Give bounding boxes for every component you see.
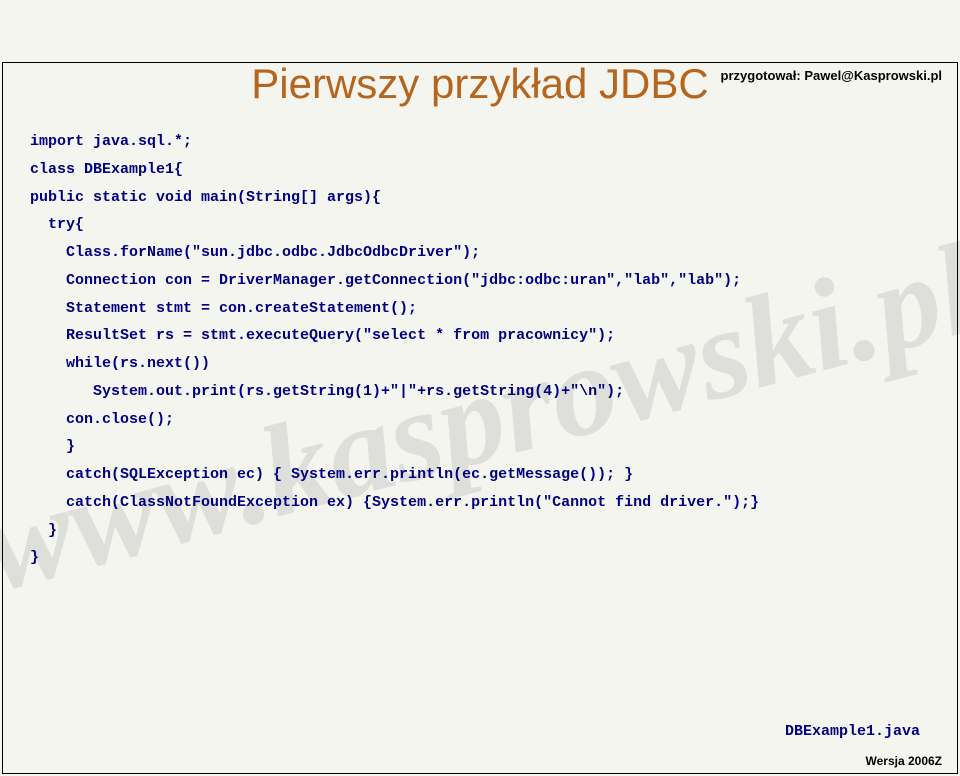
code-line: Statement stmt = con.createStatement(); — [30, 295, 960, 323]
code-line: con.close(); — [30, 406, 960, 434]
code-line: try{ — [30, 211, 960, 239]
code-line: System.out.print(rs.getString(1)+"|"+rs.… — [30, 378, 960, 406]
code-block: import java.sql.*; class DBExample1{ pub… — [0, 128, 960, 572]
code-line: ResultSet rs = stmt.executeQuery("select… — [30, 322, 960, 350]
filename-label: DBExample1.java — [785, 723, 920, 740]
code-line: public static void main(String[] args){ — [30, 184, 960, 212]
code-line: } — [30, 433, 960, 461]
code-line: import java.sql.*; — [30, 128, 960, 156]
code-line: class DBExample1{ — [30, 156, 960, 184]
code-line: Connection con = DriverManager.getConnec… — [30, 267, 960, 295]
code-line: Class.forName("sun.jdbc.odbc.JdbcOdbcDri… — [30, 239, 960, 267]
code-line: while(rs.next()) — [30, 350, 960, 378]
code-line: } — [30, 517, 960, 545]
code-line: catch(SQLException ec) { System.err.prin… — [30, 461, 960, 489]
code-line: catch(ClassNotFoundException ex) {System… — [30, 489, 960, 517]
author-header: przygotował: Pawel@Kasprowski.pl — [721, 68, 942, 83]
code-line: } — [30, 544, 960, 572]
version-footer: Wersja 2006Z — [866, 754, 943, 768]
